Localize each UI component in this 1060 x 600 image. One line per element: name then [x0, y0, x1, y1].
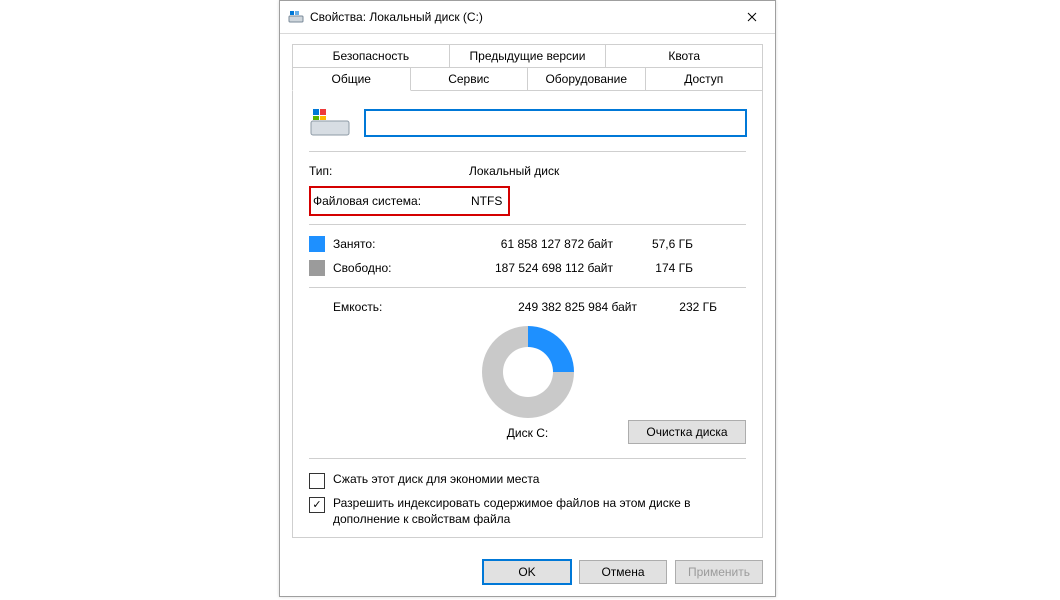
tab-quota[interactable]: Квота: [605, 44, 763, 68]
value-used-bytes: 61 858 127 872 байт: [453, 237, 613, 251]
properties-dialog: Свойства: Локальный диск (C:) Безопаснос…: [279, 0, 776, 597]
disk-cleanup-button[interactable]: Очистка диска: [628, 420, 746, 444]
donut-chart-icon: [482, 326, 574, 418]
separator: [309, 458, 746, 459]
value-type: Локальный диск: [469, 164, 559, 178]
checkbox-index-row[interactable]: Разрешить индексировать содержимое файло…: [309, 495, 746, 527]
value-free-human: 174 ГБ: [623, 261, 693, 275]
dialog-footer: OK Отмена Применить: [280, 550, 775, 596]
usage-donut: [482, 326, 574, 418]
separator: [309, 151, 746, 152]
swatch-free: [309, 260, 325, 276]
value-capacity-bytes: 249 382 825 984 байт: [477, 300, 637, 314]
tab-panel-general: Тип: Локальный диск Файловая система: NT…: [292, 90, 763, 538]
swatch-used: [309, 236, 325, 252]
tab-tools[interactable]: Сервис: [410, 67, 529, 91]
donut-caption: Диск C:: [507, 426, 548, 440]
label-type: Тип:: [309, 164, 469, 178]
row-type: Тип: Локальный диск: [309, 160, 746, 182]
label-compress: Сжать этот диск для экономии места: [333, 471, 746, 487]
drive-icon: [288, 9, 304, 25]
row-used: Занято: 61 858 127 872 байт 57,6 ГБ: [309, 233, 746, 255]
value-filesystem: NTFS: [471, 194, 502, 208]
separator: [309, 287, 746, 288]
checkbox-compress[interactable]: [309, 473, 325, 489]
titlebar[interactable]: Свойства: Локальный диск (C:): [280, 1, 775, 34]
label-capacity: Емкость:: [309, 300, 477, 314]
tab-hardware[interactable]: Оборудование: [527, 67, 646, 91]
value-used-human: 57,6 ГБ: [623, 237, 693, 251]
label-filesystem: Файловая система:: [313, 194, 471, 208]
label-index: Разрешить индексировать содержимое файло…: [333, 495, 746, 527]
label-free: Свободно:: [333, 261, 453, 275]
value-capacity-human: 232 ГБ: [647, 300, 717, 314]
row-capacity: Емкость: 249 382 825 984 байт 232 ГБ: [309, 296, 746, 318]
filesystem-highlight: Файловая система: NTFS: [309, 186, 510, 216]
checkbox-index[interactable]: [309, 497, 325, 513]
tab-sharing[interactable]: Доступ: [645, 67, 764, 91]
close-button[interactable]: [729, 1, 775, 33]
tab-strip: Безопасность Предыдущие версии Квота Общ…: [292, 44, 763, 91]
tab-security[interactable]: Безопасность: [292, 44, 450, 68]
row-free: Свободно: 187 524 698 112 байт 174 ГБ: [309, 257, 746, 279]
volume-label-input[interactable]: [365, 110, 746, 136]
separator: [309, 224, 746, 225]
tab-previous-versions[interactable]: Предыдущие версии: [449, 44, 607, 68]
ok-button[interactable]: OK: [483, 560, 571, 584]
drive-large-icon: [309, 105, 351, 141]
apply-button[interactable]: Применить: [675, 560, 763, 584]
tab-general[interactable]: Общие: [292, 67, 411, 91]
checkbox-compress-row[interactable]: Сжать этот диск для экономии места: [309, 471, 746, 489]
window-title: Свойства: Локальный диск (C:): [310, 10, 729, 24]
cancel-button[interactable]: Отмена: [579, 560, 667, 584]
close-icon: [747, 12, 757, 22]
label-used: Занято:: [333, 237, 453, 251]
value-free-bytes: 187 524 698 112 байт: [453, 261, 613, 275]
